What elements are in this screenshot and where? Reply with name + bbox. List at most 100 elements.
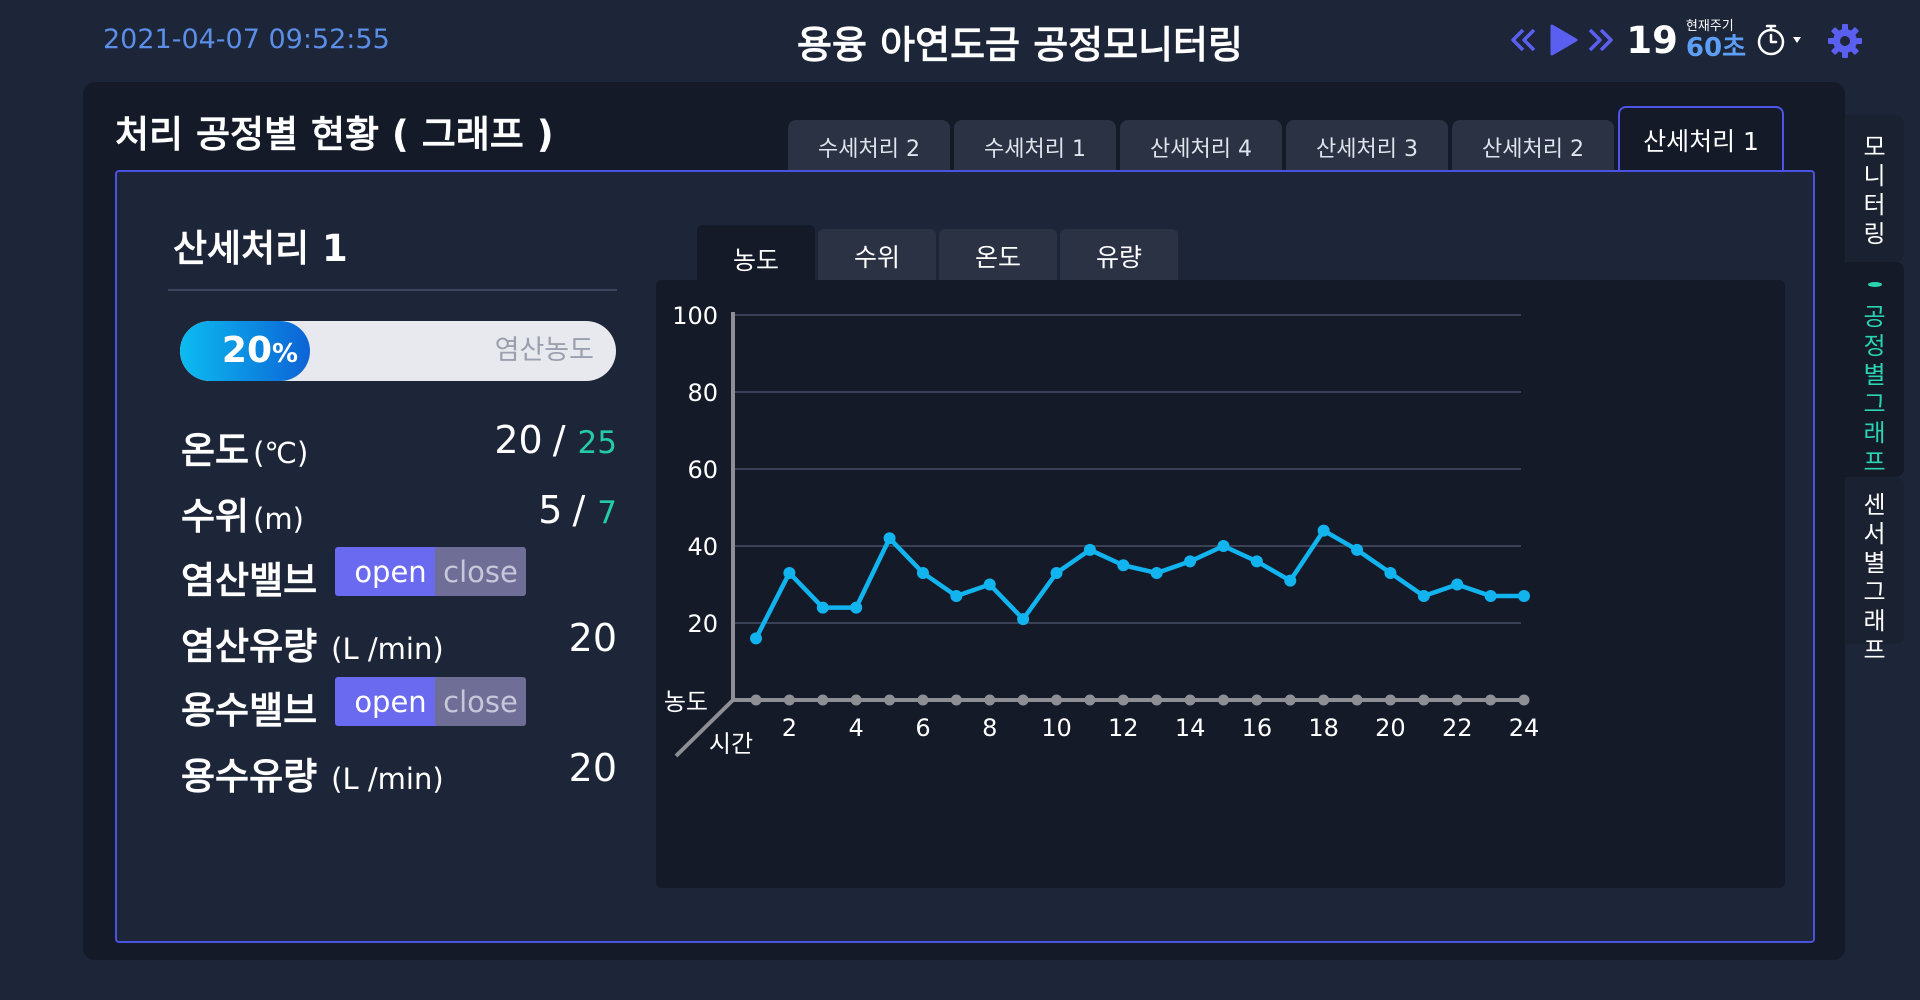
data-point bbox=[850, 601, 863, 614]
x-axis-dot bbox=[884, 694, 896, 706]
datetime: 2021-04-07 09:52:55 bbox=[103, 24, 390, 55]
y-tick-label: 40 bbox=[687, 533, 718, 561]
acid-valve-open-button[interactable]: open bbox=[335, 547, 446, 596]
playback-controls: 19 현재주기 60초 bbox=[1508, 14, 1802, 66]
tab-rinse-2[interactable]: 수세처리 2 bbox=[788, 120, 950, 174]
data-point bbox=[950, 590, 963, 603]
top-bar: 2021-04-07 09:52:55 용융 아연도금 공정모니터링 19 현재… bbox=[0, 0, 1920, 80]
gear-icon[interactable] bbox=[1826, 22, 1864, 60]
x-axis-dot bbox=[1318, 694, 1330, 706]
data-point bbox=[1384, 566, 1397, 579]
water-flow-value: 20 bbox=[568, 746, 617, 790]
tab-flow[interactable]: 유량 bbox=[1060, 229, 1178, 282]
double-chevron-left-icon[interactable] bbox=[1508, 24, 1540, 56]
data-point bbox=[1017, 613, 1030, 626]
side-tab-sensor-graph[interactable]: 센서별그래프 bbox=[1845, 477, 1904, 664]
x-tick-label: 24 bbox=[1509, 714, 1540, 742]
x-axis-dot bbox=[750, 694, 762, 706]
data-point bbox=[1351, 543, 1364, 556]
x-axis-dot bbox=[1051, 694, 1063, 706]
data-point bbox=[1150, 566, 1163, 579]
y-tick-label: 80 bbox=[687, 379, 718, 407]
data-point bbox=[983, 578, 996, 591]
x-axis-dot bbox=[1418, 694, 1430, 706]
temperature-unit: (℃) bbox=[253, 436, 309, 470]
data-point bbox=[1117, 559, 1130, 572]
x-tick-label: 20 bbox=[1375, 714, 1406, 742]
data-point bbox=[1484, 590, 1497, 603]
cycle-count: 19 bbox=[1626, 18, 1678, 62]
x-axis-label: 시간 bbox=[709, 730, 753, 758]
tab-rinse-1[interactable]: 수세처리 1 bbox=[954, 120, 1116, 174]
data-point bbox=[1317, 524, 1330, 537]
x-tick-label: 10 bbox=[1041, 714, 1072, 742]
data-point bbox=[1417, 590, 1430, 603]
x-axis-dot bbox=[917, 694, 929, 706]
x-tick-label: 6 bbox=[915, 714, 930, 742]
x-axis-dot bbox=[1184, 694, 1196, 706]
y-tick-label: 100 bbox=[672, 302, 718, 330]
cycle-value: 60초 bbox=[1685, 32, 1746, 63]
side-nav: 모니터링 공정별그래프 센서별그래프 bbox=[1845, 115, 1904, 664]
double-chevron-right-icon[interactable] bbox=[1584, 24, 1616, 56]
tab-pickling-2[interactable]: 산세처리 2 bbox=[1452, 120, 1614, 174]
water-flow-label-text: 용수유량 bbox=[181, 755, 318, 798]
side-tab-process-graph[interactable]: 공정별그래프 bbox=[1845, 262, 1904, 477]
data-point bbox=[783, 566, 796, 579]
x-axis-dot bbox=[783, 694, 795, 706]
x-tick-label: 2 bbox=[782, 714, 797, 742]
x-axis-dot bbox=[1351, 694, 1363, 706]
tab-pickling-4[interactable]: 산세처리 4 bbox=[1120, 120, 1282, 174]
y-tick-label: 60 bbox=[687, 456, 718, 484]
data-point bbox=[816, 601, 829, 614]
chart-tabs: 농도 수위 온도 유량 bbox=[697, 225, 1181, 282]
data-point bbox=[883, 532, 896, 545]
process-tabs: 수세처리 2 수세처리 1 산세처리 4 산세처리 3 산세처리 2 산세처리 … bbox=[788, 102, 1788, 174]
water-level-label: 수위 (m) bbox=[181, 486, 304, 540]
x-axis-dot bbox=[1485, 694, 1497, 706]
water-level-current: 5 bbox=[538, 488, 563, 532]
chart-area: 20 40 60 80 100 농도 시간 2 4 6 8 10 12 14 16 18 20 22 24 bbox=[656, 280, 1785, 888]
acid-flow-label-text: 염산유량 bbox=[181, 625, 318, 668]
x-tick-label: 22 bbox=[1442, 714, 1473, 742]
water-valve-open-button[interactable]: open bbox=[335, 677, 446, 726]
divider bbox=[168, 289, 617, 291]
x-axis-dot bbox=[1151, 694, 1163, 706]
y-axis-label: 농도 bbox=[664, 688, 708, 716]
temperature-label-text: 온도 bbox=[181, 429, 250, 472]
tab-temperature[interactable]: 온도 bbox=[939, 229, 1057, 282]
stopwatch-icon[interactable] bbox=[1754, 23, 1788, 57]
tab-concentration[interactable]: 농도 bbox=[697, 225, 815, 282]
temperature-label: 온도 (℃) bbox=[181, 420, 308, 474]
x-tick-label: 4 bbox=[849, 714, 864, 742]
y-tick-label: 20 bbox=[687, 610, 718, 638]
panel-title: 처리 공정별 현황 ( 그래프 ) bbox=[115, 113, 554, 156]
water-flow-label: 용수유량 (L /min) bbox=[181, 746, 444, 800]
x-axis-dot bbox=[950, 694, 962, 706]
water-level-separator: / bbox=[572, 488, 586, 532]
concentration-number: 20 bbox=[221, 330, 273, 371]
concentration-value: 20% bbox=[180, 321, 340, 381]
temperature-value: 20/ 25 bbox=[417, 418, 617, 462]
cycle-info: 현재주기 60초 bbox=[1686, 20, 1746, 61]
water-level-value: 5/ 7 bbox=[417, 488, 617, 532]
side-tab-label: 모니터링 bbox=[1863, 133, 1886, 248]
x-tick-label: 12 bbox=[1108, 714, 1139, 742]
x-tick-label: 14 bbox=[1175, 714, 1206, 742]
play-icon[interactable] bbox=[1546, 22, 1580, 58]
caret-down-icon[interactable] bbox=[1792, 36, 1802, 44]
concentration-unit: % bbox=[272, 339, 299, 369]
tab-pickling-1[interactable]: 산세처리 1 bbox=[1618, 106, 1784, 174]
acid-flow-label: 염산유량 (L /min) bbox=[181, 616, 444, 670]
x-axis-dot bbox=[1117, 694, 1129, 706]
data-point bbox=[1184, 555, 1197, 568]
water-valve-close-button[interactable]: close bbox=[435, 677, 526, 726]
acid-valve-close-button[interactable]: close bbox=[435, 547, 526, 596]
tab-pickling-3[interactable]: 산세처리 3 bbox=[1286, 120, 1448, 174]
main-panel: 처리 공정별 현황 ( 그래프 ) 수세처리 2 수세처리 1 산세처리 4 산… bbox=[83, 82, 1845, 960]
side-tab-monitoring[interactable]: 모니터링 bbox=[1845, 115, 1904, 262]
data-point bbox=[1083, 543, 1096, 556]
content-box: 산세처리 1 염산농도 20% 온도 (℃) 20/25 수위 (m) 5/7 염산… bbox=[115, 170, 1815, 943]
tab-water-level[interactable]: 수위 bbox=[818, 229, 936, 282]
data-point bbox=[1050, 566, 1063, 579]
